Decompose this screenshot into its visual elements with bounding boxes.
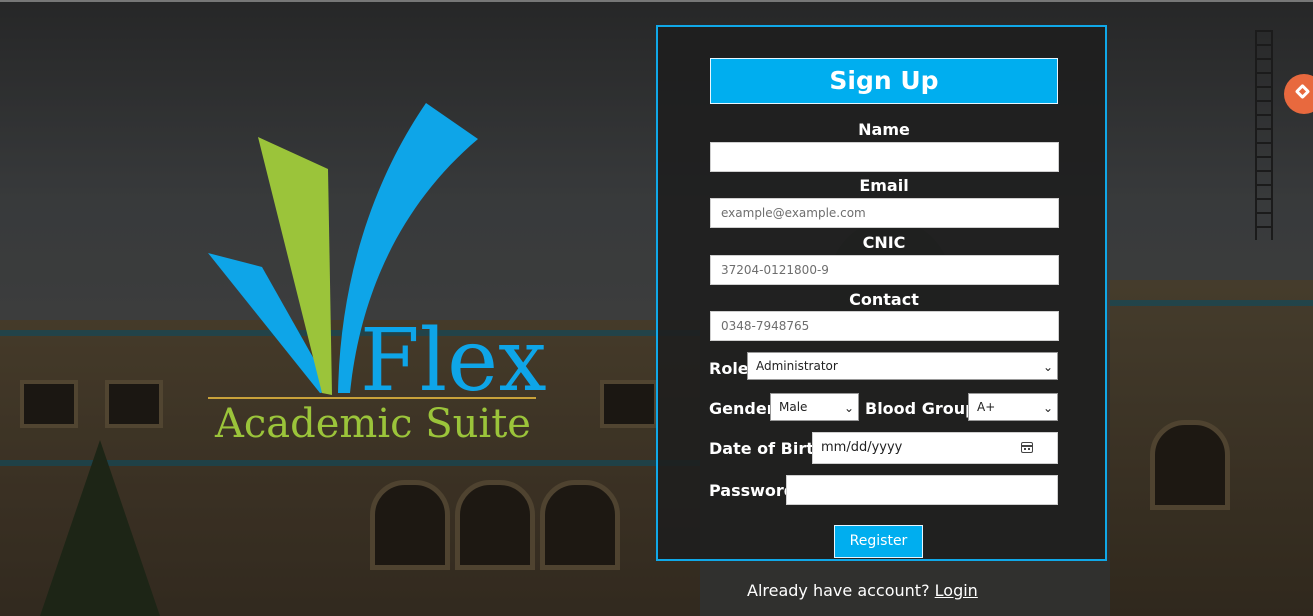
contact-label: Contact	[849, 290, 919, 309]
password-input[interactable]	[786, 475, 1058, 505]
signup-title: Sign Up	[710, 58, 1058, 104]
cnic-label: CNIC	[862, 233, 906, 252]
signup-card: Sign Up Name Email CNIC Contact Role Adm…	[656, 25, 1107, 561]
email-input[interactable]	[710, 198, 1059, 228]
gender-select[interactable]: Male ⌄	[770, 393, 859, 421]
cnic-input[interactable]	[710, 255, 1059, 285]
dob-input[interactable]: mm/dd/yyyy	[812, 432, 1058, 464]
gender-selected-value: Male	[779, 400, 808, 414]
gender-label: Gender	[709, 399, 775, 418]
register-button[interactable]: Register	[834, 525, 923, 558]
chevron-down-icon: ⌄	[843, 401, 854, 415]
password-label: Password	[709, 481, 796, 500]
login-link[interactable]: Login	[935, 581, 978, 600]
role-label: Role	[709, 359, 749, 378]
chevron-down-icon: ⌄	[1042, 401, 1053, 415]
login-prompt: Already have account? Login	[747, 580, 978, 602]
blood-group-selected-value: A+	[977, 400, 996, 414]
name-label: Name	[858, 120, 910, 139]
name-input[interactable]	[710, 142, 1059, 172]
role-select[interactable]: Administrator ⌄	[747, 352, 1058, 380]
blood-group-label: Blood Group	[865, 399, 977, 418]
contact-input[interactable]	[710, 311, 1059, 341]
login-prompt-text: Already have account?	[747, 581, 930, 600]
brand-divider	[208, 397, 536, 399]
dob-label: Date of Birth	[709, 439, 826, 458]
brand-wordmark: Flex	[360, 311, 547, 411]
chevron-down-icon: ⌄	[1042, 360, 1053, 374]
blood-group-select[interactable]: A+ ⌄	[968, 393, 1058, 421]
calendar-icon[interactable]	[1021, 442, 1033, 453]
dob-value: mm/dd/yyyy	[821, 440, 903, 455]
email-label: Email	[859, 176, 909, 195]
role-selected-value: Administrator	[756, 359, 838, 373]
top-border	[0, 0, 1313, 2]
brand-tagline: Academic Suite	[215, 401, 531, 447]
